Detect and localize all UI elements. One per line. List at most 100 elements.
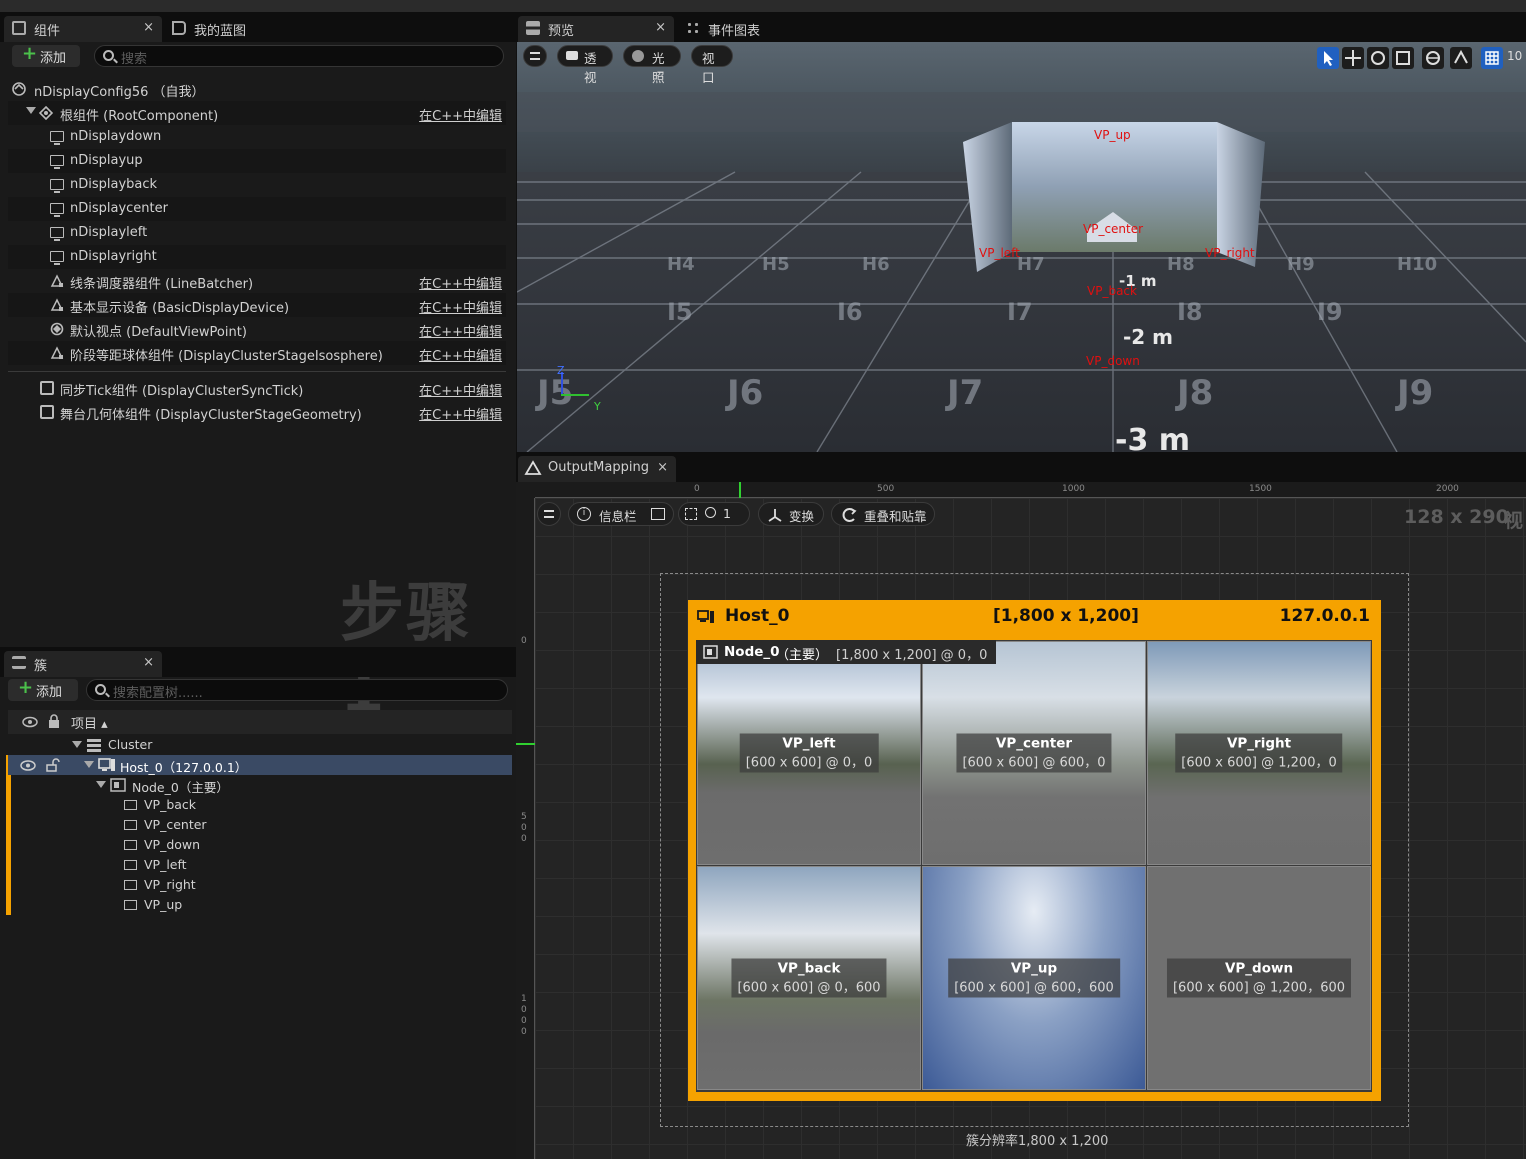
- tree-item-label: VP_down: [144, 837, 201, 852]
- host-box[interactable]: Host_0 [1,800 x 1,200] 127.0.0.1 VP_left…: [688, 600, 1381, 1101]
- select-mode-button[interactable]: [1317, 47, 1339, 69]
- edit-in-cpp-link[interactable]: 在C++中编辑: [419, 404, 502, 423]
- edit-in-cpp-link[interactable]: 在C++中编辑: [419, 105, 502, 124]
- grid-snap-button[interactable]: [1481, 47, 1503, 69]
- viewport-tile-down[interactable]: VP_down [600 x 600] @ 1,200，600: [1147, 866, 1371, 1090]
- scale-mode-button[interactable]: [1392, 47, 1414, 69]
- transform-button[interactable]: 变换: [758, 502, 824, 526]
- component-row[interactable]: nDisplaydown: [8, 125, 506, 149]
- tab-components[interactable]: 组件 ×: [4, 16, 162, 42]
- canvas-menu-button[interactable]: [537, 502, 561, 526]
- root-actor-row[interactable]: nDisplayConfig56 （自我）: [8, 77, 506, 101]
- component-row[interactable]: nDisplayup: [8, 149, 506, 173]
- preview-viewport[interactable]: H4 H5 H6 H7 H8 H9 H10 I5 I6 I7 I8 I9 J5 …: [517, 42, 1526, 452]
- component-row[interactable]: nDisplayleft: [8, 221, 506, 245]
- unlock-icon[interactable]: [46, 758, 60, 772]
- info-icon: i: [577, 507, 591, 521]
- translate-mode-button[interactable]: [1342, 47, 1364, 69]
- overlap-snapping-button[interactable]: 重叠和贴靠: [831, 502, 935, 526]
- tree-item-cluster[interactable]: Cluster: [8, 735, 512, 755]
- expand-arrow-icon[interactable]: [96, 781, 106, 788]
- close-icon[interactable]: ×: [143, 20, 154, 35]
- node-header[interactable]: Node_0 （主要） [1,800 x 1,200] @ 0，0: [696, 640, 996, 664]
- item-column-header[interactable]: 项目 ▴: [71, 713, 108, 732]
- viewport-tile-back[interactable]: VP_back [600 x 600] @ 0，600: [697, 866, 921, 1090]
- zoom-icon: [705, 507, 716, 518]
- component-row[interactable]: 默认视点 (DefaultViewPoint) 在C++中编辑: [8, 317, 506, 341]
- root-component-row[interactable]: 根组件 (RootComponent) 在C++中编辑: [8, 101, 506, 125]
- expand-arrow-icon[interactable]: [26, 107, 36, 114]
- layout-icon[interactable]: [651, 508, 665, 520]
- tree-item-label: VP_up: [144, 897, 183, 912]
- viewport-tile-center[interactable]: VP_center [600 x 600] @ 600，0: [922, 641, 1146, 865]
- lighting-button[interactable]: 光照: [623, 45, 681, 85]
- tab-event-graph[interactable]: 事件图表: [678, 16, 798, 42]
- component-search-input[interactable]: 搜索: [94, 45, 504, 67]
- close-icon[interactable]: ×: [655, 20, 666, 35]
- node-area[interactable]: VP_left [600 x 600] @ 0，0 VP_center [600…: [696, 640, 1372, 1092]
- tree-item-viewport[interactable]: VP_left: [8, 855, 512, 875]
- component-row[interactable]: 阶段等距球体组件 (DisplayClusterStageIsosphere) …: [8, 341, 506, 365]
- component-row[interactable]: nDisplaycenter: [8, 197, 506, 221]
- expand-arrow-icon[interactable]: [84, 761, 94, 768]
- close-icon[interactable]: ×: [657, 460, 668, 475]
- eye-icon[interactable]: [22, 716, 38, 728]
- viewport-tile-right[interactable]: VP_right [600 x 600] @ 1,200，0: [1147, 641, 1371, 865]
- tree-item-node[interactable]: Node_0（主要）: [8, 775, 512, 795]
- viewport-menu-button[interactable]: [523, 45, 547, 67]
- component-label: 线条调度器组件 (LineBatcher): [70, 277, 254, 292]
- component-gear-icon: [50, 346, 64, 359]
- tab-cluster[interactable]: 簇 ×: [4, 651, 162, 677]
- tree-item-viewport[interactable]: VP_right: [8, 875, 512, 895]
- eye-icon[interactable]: [20, 760, 36, 771]
- component-row[interactable]: 线条调度器组件 (LineBatcher) 在C++中编辑: [8, 269, 506, 293]
- ruler-tick: 500: [877, 484, 895, 494]
- close-icon[interactable]: ×: [143, 655, 154, 670]
- add-cluster-item-button[interactable]: + 添加: [8, 677, 78, 701]
- viewport-info: [600 x 600] @ 0，600: [737, 980, 881, 996]
- preview-tabbar: 预览 × 事件图表: [516, 12, 1526, 42]
- tab-preview[interactable]: 预览 ×: [518, 16, 674, 42]
- component-row[interactable]: nDisplayback: [8, 173, 506, 197]
- info-bar-button[interactable]: i 信息栏: [568, 502, 674, 526]
- component-search-placeholder: 搜索: [121, 52, 148, 67]
- cluster-tabbar: 簇 ×: [0, 647, 516, 677]
- component-row[interactable]: 同步Tick组件 (DisplayClusterSyncTick) 在C++中编…: [8, 376, 506, 400]
- coordinate-space-button[interactable]: [1422, 47, 1444, 69]
- rotate-mode-button[interactable]: [1367, 47, 1389, 69]
- perspective-button[interactable]: 透视: [557, 45, 613, 85]
- edit-in-cpp-link[interactable]: 在C++中编辑: [419, 297, 502, 316]
- component-label: nDisplayup: [70, 153, 143, 168]
- edit-in-cpp-link[interactable]: 在C++中编辑: [419, 380, 502, 399]
- vp-center-label: VP_center: [1083, 222, 1144, 236]
- cluster-search-input[interactable]: 搜索配置树......: [86, 679, 508, 701]
- lock-icon[interactable]: [48, 714, 60, 729]
- component-row[interactable]: 基本显示设备 (BasicDisplayDevice) 在C++中编辑: [8, 293, 506, 317]
- surface-snap-button[interactable]: [1450, 47, 1472, 69]
- tab-output-mapping[interactable]: OutputMapping ×: [518, 456, 676, 482]
- component-row[interactable]: 舞台几何体组件 (DisplayClusterStageGeometry) 在C…: [8, 400, 506, 424]
- fit-view-icon[interactable]: [685, 508, 697, 520]
- zoom-button[interactable]: 1: [678, 502, 750, 526]
- tree-item-viewport[interactable]: VP_center: [8, 815, 512, 835]
- viewport-tile-up[interactable]: VP_up [600 x 600] @ 600，600: [922, 866, 1146, 1090]
- grid-size-value[interactable]: 10: [1507, 49, 1522, 63]
- edit-in-cpp-link[interactable]: 在C++中编辑: [419, 345, 502, 364]
- tab-event-graph-label: 事件图表: [708, 24, 761, 39]
- tree-item-host[interactable]: Host_0（127.0.0.1）: [8, 755, 512, 775]
- expand-arrow-icon[interactable]: [72, 741, 82, 748]
- edit-in-cpp-link[interactable]: 在C++中编辑: [419, 321, 502, 340]
- tree-item-viewport[interactable]: VP_down: [8, 835, 512, 855]
- camera-icon: [566, 51, 578, 60]
- tree-item-viewport[interactable]: VP_up: [8, 895, 512, 915]
- graph-icon: [686, 21, 700, 35]
- viewport-tile-left[interactable]: VP_left [600 x 600] @ 0，0: [697, 641, 921, 865]
- viewport-options-button[interactable]: 视口: [691, 45, 733, 85]
- component-label: 基本显示设备 (BasicDisplayDevice): [70, 301, 290, 316]
- top-ruler: 0 500 1000 1500 2000: [535, 482, 1526, 498]
- add-component-button[interactable]: + 添加: [12, 43, 80, 67]
- edit-in-cpp-link[interactable]: 在C++中编辑: [419, 273, 502, 292]
- tab-my-blueprint[interactable]: 我的蓝图: [164, 16, 304, 42]
- tree-item-viewport[interactable]: VP_back: [8, 795, 512, 815]
- component-row[interactable]: nDisplayright: [8, 245, 506, 269]
